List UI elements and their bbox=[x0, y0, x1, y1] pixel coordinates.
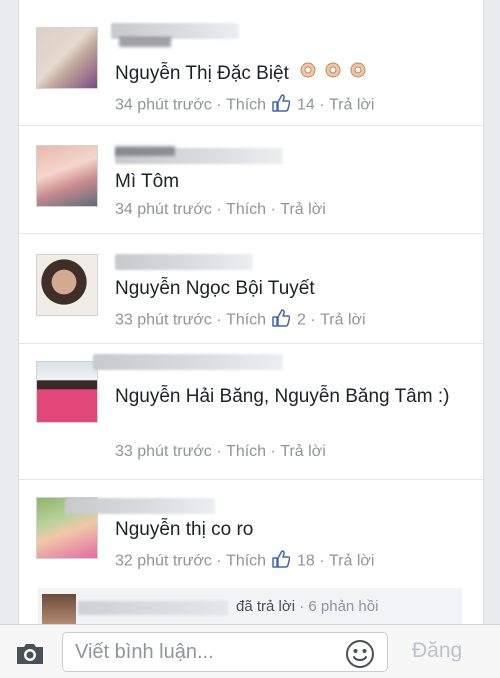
blurred-author-name-fragment bbox=[119, 37, 249, 47]
comment-meta: 32 phút trước · Thích 18 · Trả lời bbox=[115, 550, 374, 573]
comment-item: Nguyễn Hải Băng, Nguyễn Băng Tâm :) 33 p… bbox=[19, 344, 483, 480]
comment-input[interactable] bbox=[62, 632, 388, 672]
comment-meta: 34 phút trước · Thích · Trả lời bbox=[115, 201, 326, 218]
like-link[interactable]: Thích bbox=[226, 312, 266, 329]
comment-meta: 34 phút trước · Thích 14 · Trả lời bbox=[115, 94, 374, 117]
reply-summary: đã trả lời · 6 phản hồi bbox=[236, 598, 379, 615]
comment-time: 33 phút trước bbox=[115, 443, 212, 460]
blurred-replier-name bbox=[78, 601, 228, 615]
comment-item: Mì Tôm 34 phút trước · Thích · Trả lời bbox=[19, 126, 483, 234]
comment-meta: 33 phút trước · Thích · Trả lời bbox=[115, 443, 326, 460]
blurred-author-name bbox=[65, 498, 215, 514]
like-link[interactable]: Thích bbox=[226, 97, 266, 114]
comment-time: 34 phút trước bbox=[115, 201, 212, 218]
comment-item: Nguyễn Thị Đặc Biệt 34 phút trước · Thíc… bbox=[19, 0, 483, 126]
comment-meta: 33 phút trước · Thích 2 · Trả lời bbox=[115, 309, 366, 332]
comment-time: 34 phút trước bbox=[115, 96, 212, 114]
like-count: 14 bbox=[296, 96, 315, 114]
comment-text: Nguyễn Ngọc Bội Tuyết bbox=[115, 278, 315, 299]
avatar[interactable] bbox=[36, 27, 98, 89]
like-count: 2 bbox=[296, 311, 306, 329]
comment-item: Nguyễn thị co ro 32 phút trước · Thích 1… bbox=[19, 480, 483, 588]
smiley-icon[interactable] bbox=[345, 639, 375, 669]
like-thumb-icon bbox=[271, 550, 290, 573]
camera-icon[interactable] bbox=[14, 641, 46, 667]
like-thumb-icon bbox=[271, 309, 290, 332]
reply-avatar bbox=[42, 594, 76, 624]
blurred-author-name-fragment bbox=[115, 146, 265, 156]
comment-text: Nguyễn thị co ro bbox=[115, 519, 254, 540]
reply-link[interactable]: Trả lời bbox=[320, 312, 365, 329]
like-link[interactable]: Thích bbox=[226, 443, 266, 460]
comment-text: Mì Tôm bbox=[115, 171, 180, 192]
avatar[interactable] bbox=[36, 254, 98, 316]
like-count: 18 bbox=[296, 552, 315, 570]
reply-link[interactable]: Trả lời bbox=[329, 553, 374, 570]
comment-text: Nguyễn Thị Đặc Biệt bbox=[115, 57, 465, 89]
reply-count[interactable]: 6 phản hồi bbox=[308, 598, 378, 615]
like-link[interactable]: Thích bbox=[226, 201, 266, 218]
reply-action: đã trả lời bbox=[236, 598, 296, 615]
comment-time: 33 phút trước bbox=[115, 311, 212, 329]
blurred-author-name bbox=[93, 354, 283, 370]
avatar[interactable] bbox=[36, 361, 98, 423]
comment-feed[interactable]: Nguyễn Thị Đặc Biệt 34 phút trước · Thíc… bbox=[18, 0, 484, 624]
comment-item: Nguyễn Ngọc Bội Tuyết 33 phút trước · Th… bbox=[19, 234, 483, 344]
like-thumb-icon bbox=[271, 94, 290, 117]
blurred-author-name bbox=[115, 254, 253, 270]
reply-preview[interactable]: đã trả lời · 6 phản hồi bbox=[38, 588, 462, 624]
reply-link[interactable]: Trả lời bbox=[329, 97, 374, 114]
reply-link[interactable]: Trả lời bbox=[280, 443, 325, 460]
comment-composer: Đăng bbox=[0, 624, 500, 678]
post-button[interactable]: Đăng bbox=[412, 639, 462, 663]
comment-text: Nguyễn Hải Băng, Nguyễn Băng Tâm :) bbox=[115, 386, 450, 407]
like-link[interactable]: Thích bbox=[226, 553, 266, 570]
comment-time: 32 phút trước bbox=[115, 552, 212, 570]
avatar[interactable] bbox=[36, 145, 98, 207]
reply-link[interactable]: Trả lời bbox=[280, 201, 325, 218]
ok-hand-emoji bbox=[298, 57, 370, 89]
